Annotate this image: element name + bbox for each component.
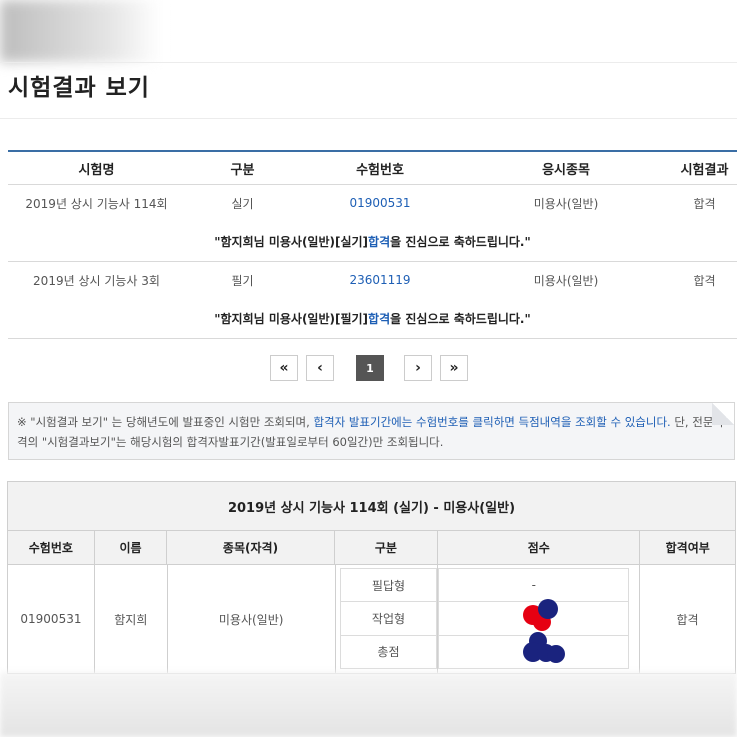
detail-header-pass: 합격여부 <box>640 531 736 565</box>
score-list: - <box>438 565 630 673</box>
title-divider <box>0 118 737 119</box>
score-written: - <box>438 568 630 603</box>
page-title: 시험결과 보기 <box>8 75 150 101</box>
table-row: 2019년 상시 기능사 3회 필기 23601119 미용사(일반) 합격 <box>8 262 737 298</box>
sub-type-written: 필답형 <box>339 568 438 603</box>
score-practical <box>438 599 630 636</box>
results-header-row: 시험명 구분 수험번호 응시종목 시험결과 <box>8 152 737 185</box>
detail-name: 함지희 <box>95 565 168 673</box>
exam-name: 2019년 상시 기능사 114회 <box>25 196 168 211</box>
congrats-text: "함지희님 미용사(일반)[실기] <box>214 234 369 249</box>
exam-result: 합격 <box>693 196 716 211</box>
detail-pass-result: 합격 <box>676 612 699 627</box>
header-exam-name: 시험명 <box>78 162 115 178</box>
blurred-footer <box>0 672 737 737</box>
detail-header-subject: 종목(자격) <box>167 531 335 565</box>
detail-header-row: 수험번호 이름 종목(자격) 구분 점수 합격여부 <box>8 531 736 565</box>
next-page-button[interactable]: › <box>404 355 432 381</box>
congrats-message: "함지희님 미용사(일반)[실기] 합격 을 진심으로 축하드립니다." <box>8 221 737 262</box>
score-total <box>438 631 630 669</box>
congrats-text-end: 을 진심으로 축하드립니다." <box>390 234 531 249</box>
notice-highlight: 합격자 발표기간에는 수험번호를 클릭하면 득점내역을 조회할 수 있습니다. <box>313 415 671 429</box>
exam-name: 2019년 상시 기능사 3회 <box>33 273 160 288</box>
exam-subject: 미용사(일반) <box>533 273 599 288</box>
page-fold-icon <box>712 403 734 425</box>
congrats-message: "함지희님 미용사(일반)[필기] 합격 을 진심으로 축하드립니다." <box>8 298 737 339</box>
first-page-button[interactable]: « <box>270 355 298 381</box>
detail-header-name: 이름 <box>94 531 168 565</box>
exam-number-link[interactable]: 23601119 <box>349 273 410 287</box>
sub-type-list: 필답형 작업형 총점 <box>339 565 438 673</box>
detail-header-type: 구분 <box>334 531 439 565</box>
results-table: 시험명 구분 수험번호 응시종목 시험결과 2019년 상시 기능사 114회 … <box>8 150 737 339</box>
congrats-pass: 합격 <box>368 234 391 249</box>
congrats-pass: 합격 <box>368 311 391 326</box>
blurred-header-logo <box>0 0 160 62</box>
header-result: 시험결과 <box>680 162 729 178</box>
detail-subject: 미용사(일반) <box>168 565 336 673</box>
exam-result: 합격 <box>693 273 716 288</box>
sub-type-total: 총점 <box>339 634 438 669</box>
detail-title: 2019년 상시 기능사 114회 (실기) - 미용사(일반) <box>8 482 735 531</box>
exam-number-link[interactable]: 01900531 <box>349 196 410 210</box>
table-row: 2019년 상시 기능사 114회 실기 01900531 미용사(일반) 합격 <box>8 185 737 221</box>
prev-page-button[interactable]: ‹ <box>306 355 334 381</box>
detail-number: 01900531 <box>8 565 95 673</box>
page-1-button[interactable]: 1 <box>356 355 384 381</box>
congrats-text: "함지희님 미용사(일반)[필기] <box>214 311 369 326</box>
last-page-button[interactable]: » <box>440 355 468 381</box>
notice-box: ※ "시험결과 보기" 는 당해년도에 발표중인 시험만 조회되며, 합격자 발… <box>8 402 735 460</box>
detail-header-score: 점수 <box>438 531 641 565</box>
notice-text: ※ "시험결과 보기" 는 당해년도에 발표중인 시험만 조회되며, <box>17 415 314 429</box>
header-subject: 응시종목 <box>542 162 590 178</box>
exam-type: 실기 <box>231 196 254 211</box>
header-exam-number: 수험번호 <box>356 162 404 178</box>
sub-type-practical: 작업형 <box>339 601 438 636</box>
redaction-mark <box>547 644 566 663</box>
header-type: 구분 <box>230 162 255 178</box>
exam-type: 필기 <box>231 273 254 288</box>
score-detail-table: 2019년 상시 기능사 114회 (실기) - 미용사(일반) 수험번호 이름… <box>7 481 736 674</box>
detail-row: 01900531 함지희 미용사(일반) 필답형 작업형 총점 - 합격 <box>8 565 735 673</box>
exam-subject: 미용사(일반) <box>533 196 599 211</box>
congrats-text-end: 을 진심으로 축하드립니다." <box>390 311 531 326</box>
redaction-mark <box>538 599 559 620</box>
header-divider <box>0 62 737 63</box>
pagination: « ‹ 1 › » <box>270 355 476 381</box>
detail-header-number: 수험번호 <box>8 531 95 565</box>
